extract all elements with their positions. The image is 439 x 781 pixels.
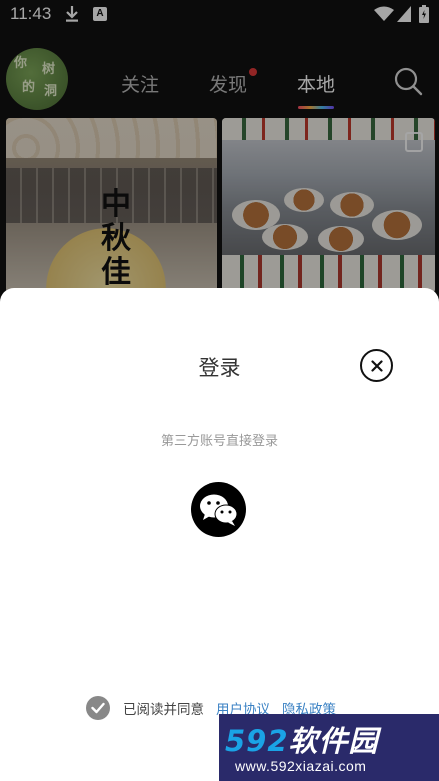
- third-party-login-label: 第三方账号直接登录: [160, 434, 278, 449]
- watermark-number: 592: [225, 724, 289, 758]
- wechat-login-button[interactable]: [191, 482, 246, 537]
- watermark: 592软件园 www.592xiazai.com: [219, 714, 439, 781]
- wechat-icon: [199, 494, 237, 526]
- checkmark-icon: [91, 702, 105, 714]
- watermark-brand: 592软件园: [225, 718, 379, 760]
- login-sheet: 登录 第三方账号直接登录 已阅读并同意 用户协议 隐私政策: [0, 288, 439, 781]
- agree-text: 已阅读并同意: [123, 702, 204, 718]
- close-icon: [370, 359, 383, 372]
- agree-checkbox[interactable]: [86, 696, 110, 720]
- close-button[interactable]: [360, 349, 393, 382]
- watermark-url: www.592xiazai.com: [235, 758, 367, 774]
- watermark-name: 软件园: [288, 724, 379, 758]
